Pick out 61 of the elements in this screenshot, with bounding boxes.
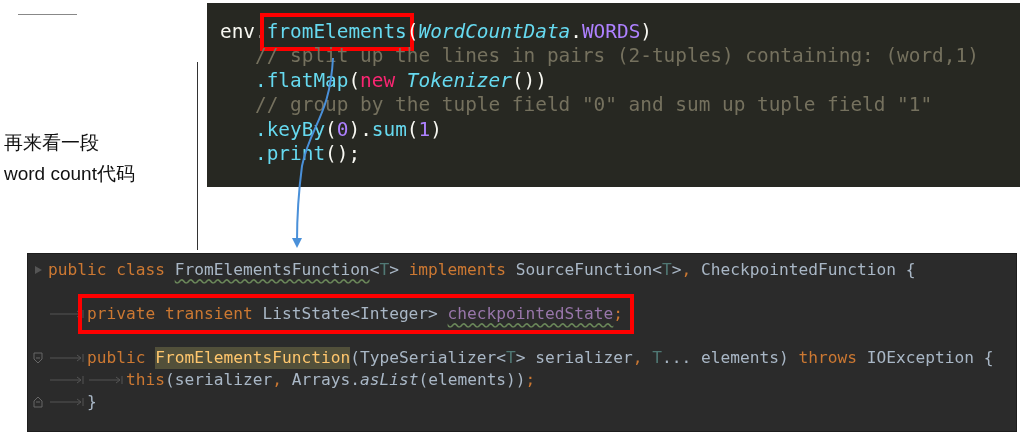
code-token: asList — [359, 369, 419, 391]
tab-arrow-icon — [87, 375, 126, 385]
code-token: new — [360, 68, 397, 94]
fold-icon[interactable] — [33, 396, 43, 408]
tab-arrow-icon — [48, 309, 87, 319]
code-token: SourceFunction< — [515, 259, 662, 281]
code-token: . — [570, 20, 582, 45]
code-token: this — [126, 369, 165, 391]
code-token: ... elements) — [662, 347, 790, 369]
code-token: , — [632, 347, 644, 369]
code-token: > — [389, 259, 400, 281]
code-token: (); — [325, 142, 361, 167]
code-token: , — [272, 369, 283, 391]
code-token: (elements)) — [418, 369, 526, 391]
code-token: ; — [613, 303, 624, 325]
code-token: } — [87, 391, 97, 413]
code-token: throws — [798, 347, 858, 369]
code-token: WordCountData — [418, 20, 571, 45]
code-token: ; — [525, 369, 536, 391]
tab-arrow-icon — [48, 397, 87, 407]
code-token: Arrays. — [291, 369, 360, 391]
code-token: implements — [408, 259, 508, 281]
code-token: FromElementsFunction — [174, 259, 370, 281]
code-token: sum — [371, 117, 407, 143]
code-token: > serializer — [515, 347, 633, 369]
code-token: T — [379, 259, 390, 281]
code-token: ( — [325, 117, 337, 143]
code-token: ()) — [511, 68, 547, 94]
fold-icon[interactable] — [33, 352, 43, 364]
code-token: T — [652, 347, 663, 369]
code-token: ) — [640, 20, 652, 45]
code-token: < — [369, 259, 380, 281]
code-token: FromElementsFunction — [155, 347, 351, 369]
slide-caption: 再来看一段 word count代码 — [4, 131, 136, 186]
code-token: ) — [430, 117, 442, 143]
code-token: 1 — [418, 117, 431, 143]
code-token: > — [671, 259, 682, 281]
code-token: private transient — [87, 303, 254, 325]
code-token: (serializer — [165, 369, 273, 391]
gutter-marker-icon[interactable] — [33, 265, 43, 275]
code-token: ). — [348, 117, 372, 143]
code-token: IOException { — [866, 347, 994, 369]
code-token: ListState<Integer> — [262, 303, 439, 325]
code-token: T — [662, 259, 672, 281]
code-token: Tokenizer — [406, 68, 512, 94]
code-token: , — [681, 259, 693, 281]
code-token: WORDS — [581, 20, 641, 45]
code-token: public — [87, 347, 147, 369]
code-token: (TypeSerializer< — [350, 347, 507, 369]
code-token: checkpointedState — [447, 303, 614, 325]
code-token: CheckpointedFunction { — [701, 259, 916, 281]
code-token: public class — [48, 259, 166, 281]
code-token: T — [506, 347, 516, 369]
code-token: env. — [220, 20, 267, 45]
tab-arrow-icon — [48, 375, 87, 385]
code-token: ( — [348, 68, 361, 94]
code-token: // split up the lines in pairs (2-tuples) containing: (word,1) — [254, 44, 979, 69]
tab-arrow-icon — [48, 353, 87, 363]
code-token: ( — [406, 117, 419, 143]
code-token: ( — [406, 20, 419, 45]
code-token: 0 — [336, 117, 349, 143]
